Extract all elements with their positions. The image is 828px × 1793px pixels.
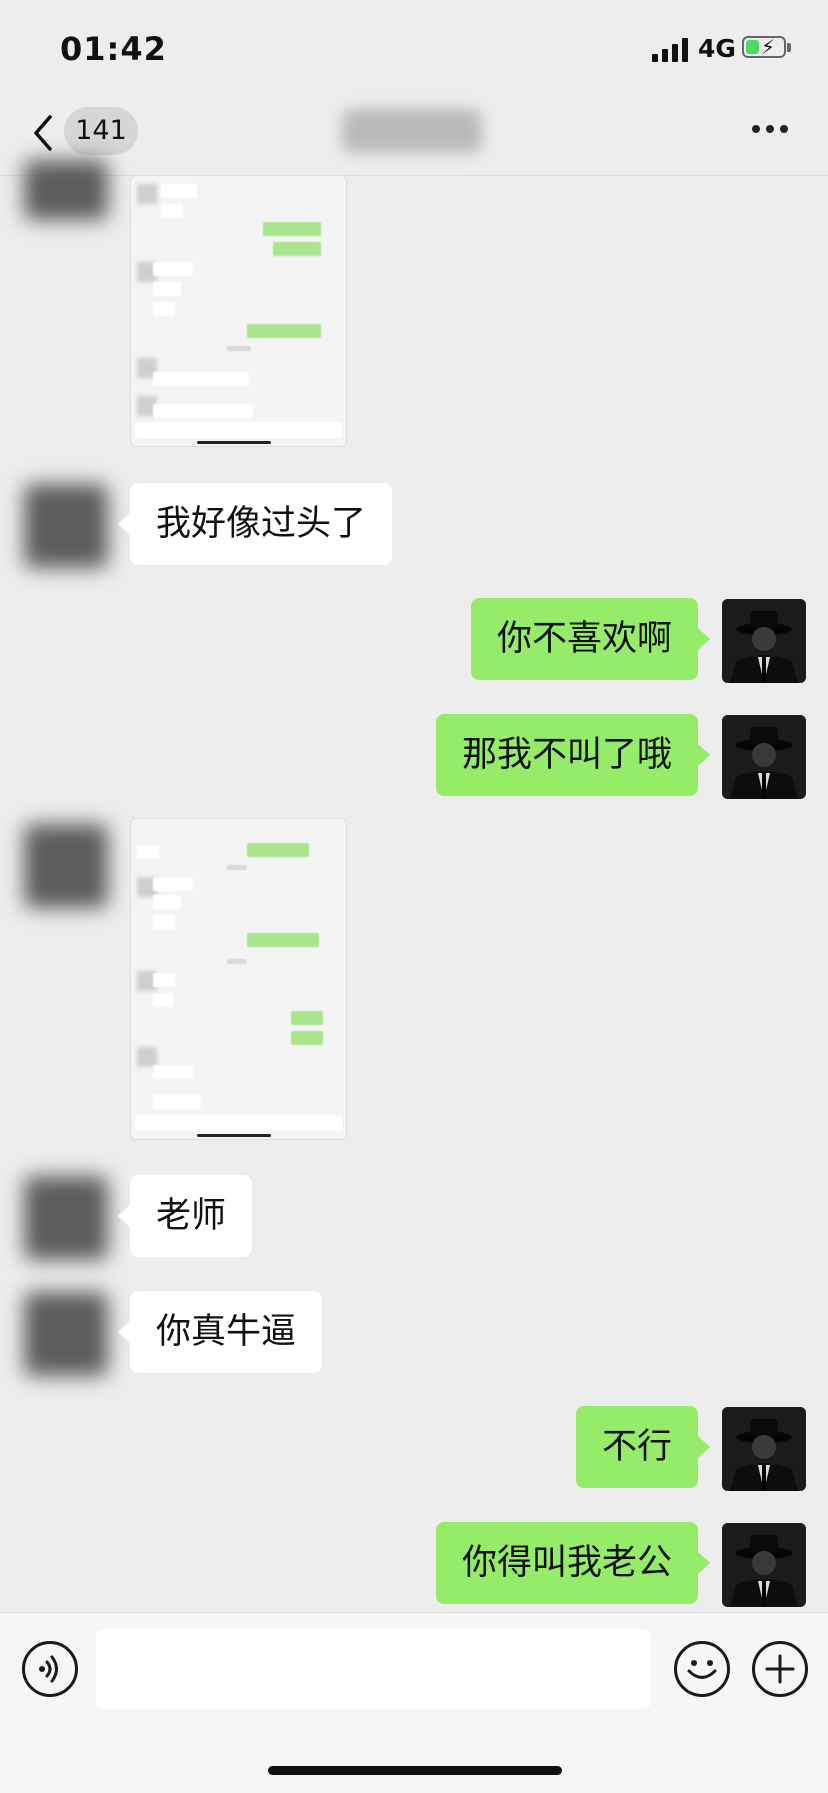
unread-count-badge[interactable]: 141 bbox=[64, 107, 138, 155]
more-icon[interactable] bbox=[752, 125, 792, 137]
chat-title-blurred bbox=[342, 109, 482, 153]
contact-avatar[interactable] bbox=[24, 824, 108, 908]
my-avatar[interactable] bbox=[722, 1523, 806, 1607]
emoji-icon[interactable] bbox=[674, 1641, 730, 1697]
battery-cap bbox=[787, 43, 791, 52]
plus-icon[interactable] bbox=[752, 1641, 808, 1697]
screenshot-image[interactable] bbox=[130, 175, 347, 447]
contact-avatar[interactable] bbox=[24, 484, 108, 568]
voice-icon[interactable] bbox=[22, 1641, 78, 1697]
my-avatar[interactable] bbox=[722, 1407, 806, 1491]
message-bubble-incoming[interactable]: 你真牛逼 bbox=[117, 1291, 323, 1373]
chevron-left-icon[interactable] bbox=[30, 113, 58, 153]
message-bubble-outgoing[interactable]: 你不喜欢啊 bbox=[470, 598, 711, 680]
contact-avatar[interactable] bbox=[24, 1176, 108, 1260]
contact-avatar[interactable] bbox=[24, 1292, 108, 1376]
charging-icon: ⚡ bbox=[761, 35, 776, 59]
message-bubble-incoming[interactable]: 老师 bbox=[117, 1175, 253, 1257]
status-time: 01:42 bbox=[60, 30, 167, 68]
my-avatar[interactable] bbox=[722, 715, 806, 799]
chat-header: 141 bbox=[0, 95, 828, 176]
message-bubble-outgoing[interactable]: 不行 bbox=[575, 1406, 711, 1488]
message-bubble-outgoing[interactable]: 那我不叫了哦 bbox=[435, 714, 711, 796]
network-type: 4G bbox=[698, 34, 736, 63]
signal-icon bbox=[652, 38, 692, 62]
message-bubble-incoming[interactable]: 我好像过头了 bbox=[117, 483, 393, 565]
home-indicator bbox=[268, 1766, 562, 1775]
screenshot-image[interactable] bbox=[130, 818, 347, 1140]
my-avatar[interactable] bbox=[722, 599, 806, 683]
message-input[interactable] bbox=[96, 1629, 651, 1709]
battery-fill bbox=[746, 40, 759, 54]
message-bubble-outgoing[interactable]: 你得叫我老公 bbox=[435, 1522, 711, 1604]
battery-icon: ⚡ bbox=[742, 35, 786, 59]
contact-avatar[interactable] bbox=[24, 160, 108, 220]
status-bar: 01:42 4G ⚡ bbox=[0, 0, 828, 95]
